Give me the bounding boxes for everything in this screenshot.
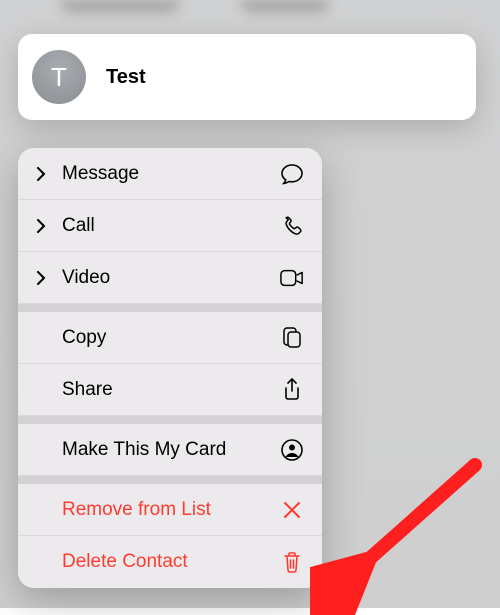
- menu-item-share[interactable]: Share: [18, 364, 322, 416]
- menu-item-label: Share: [62, 379, 280, 401]
- chevron-right-icon: [36, 167, 56, 181]
- menu-item-label: Message: [62, 163, 280, 185]
- trash-icon: [280, 551, 304, 573]
- share-icon: [280, 378, 304, 402]
- chevron-right-icon: [36, 219, 56, 233]
- copy-icon: [280, 327, 304, 349]
- menu-item-copy[interactable]: Copy: [18, 312, 322, 364]
- menu-item-message[interactable]: Message: [18, 148, 322, 200]
- speech-bubble-icon: [280, 163, 304, 185]
- avatar: T: [32, 50, 86, 104]
- menu-item-label: Call: [62, 215, 280, 237]
- video-icon: [280, 269, 304, 287]
- menu-item-label: Copy: [62, 327, 280, 349]
- menu-group-separator: [18, 416, 322, 424]
- menu-item-call[interactable]: Call: [18, 200, 322, 252]
- menu-item-video[interactable]: Video: [18, 252, 322, 304]
- phone-icon: [280, 215, 304, 237]
- contact-preview-card[interactable]: T Test: [18, 34, 476, 120]
- avatar-initial: T: [51, 62, 67, 93]
- menu-group-separator: [18, 476, 322, 484]
- menu-item-label: Remove from List: [62, 499, 280, 521]
- contact-name: Test: [106, 66, 146, 89]
- person-circle-icon: [280, 439, 304, 461]
- menu-group-separator: [18, 304, 322, 312]
- x-icon: [280, 501, 304, 519]
- menu-item-label: Make This My Card: [62, 439, 280, 461]
- chevron-right-icon: [36, 271, 56, 285]
- menu-item-label: Video: [62, 267, 280, 289]
- menu-item-make-my-card[interactable]: Make This My Card: [18, 424, 322, 476]
- menu-item-label: Delete Contact: [62, 551, 280, 573]
- menu-item-remove-from-list[interactable]: Remove from List: [18, 484, 322, 536]
- context-menu: Message Call Video Copy Share: [18, 148, 322, 588]
- menu-item-delete-contact[interactable]: Delete Contact: [18, 536, 322, 588]
